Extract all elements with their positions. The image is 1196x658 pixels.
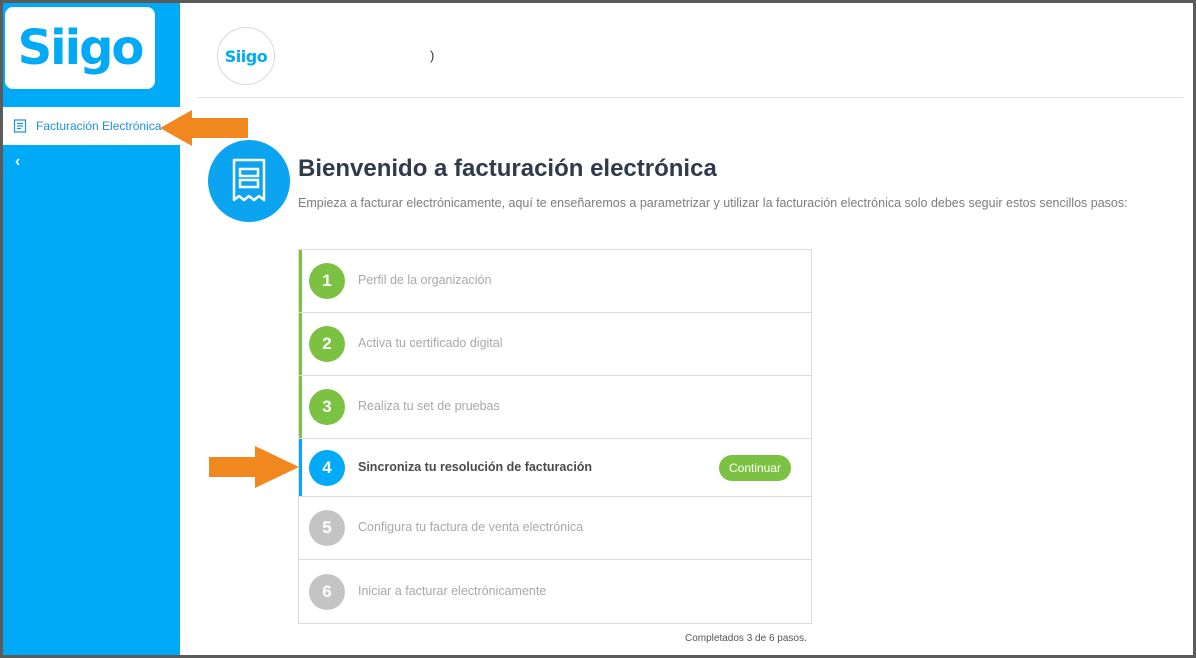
step-label: Activa tu certificado digital	[358, 336, 503, 350]
step-label: Sincroniza tu resolución de facturación	[358, 459, 593, 474]
step-item[interactable]: 2 Activa tu certificado digital	[299, 313, 811, 376]
step-number-badge: 3	[309, 389, 345, 425]
step-item-current[interactable]: 4 Sincroniza tu resolución de facturació…	[299, 439, 811, 497]
step-status-bar	[299, 497, 302, 559]
step-status-bar	[299, 313, 302, 375]
continue-button[interactable]: Continuar	[719, 454, 791, 481]
step-item[interactable]: 3 Realiza tu set de pruebas	[299, 376, 811, 439]
step-label: Perfil de la organización	[358, 273, 492, 287]
step-status-bar	[299, 376, 302, 438]
step-number-badge: 5	[309, 510, 345, 546]
hero-receipt-icon	[208, 140, 290, 222]
step-status-bar	[299, 560, 302, 623]
step-label: Configura tu factura de venta electrónic…	[358, 520, 584, 534]
header-user-text: )	[430, 48, 435, 63]
step-number-badge: 6	[309, 573, 345, 610]
step-item[interactable]: 1 Perfil de la organización	[299, 250, 811, 313]
step-status-bar	[299, 439, 302, 496]
arrow-pointer-icon	[209, 446, 299, 488]
page-title: Bienvenido a facturación electrónica	[298, 155, 717, 182]
step-number-badge: 4	[309, 449, 345, 486]
sidebar: Siigo Facturación Electrónica ‹	[3, 3, 180, 655]
avatar[interactable]: Siigo	[217, 27, 275, 85]
chevron-left-icon[interactable]: ‹	[15, 153, 20, 171]
arrow-pointer-icon	[160, 110, 248, 146]
top-header: Siigo )	[197, 3, 1183, 98]
progress-text: Completados 3 de 6 pasos.	[685, 633, 807, 644]
step-number-badge: 2	[309, 326, 345, 362]
avatar-logo-text: Siigo	[224, 46, 268, 66]
steps-list: 1 Perfil de la organización 2 Activa tu …	[298, 249, 812, 624]
sidebar-item-facturacion-electronica[interactable]: Facturación Electrónica	[3, 107, 180, 145]
receipt-icon	[232, 158, 266, 202]
logo-text: Siigo	[17, 20, 145, 76]
page-subtitle: Empieza a facturar electrónicamente, aqu…	[298, 196, 1128, 210]
step-label: Iniciar a facturar electrónicamente	[358, 583, 547, 598]
step-label: Realiza tu set de pruebas	[358, 399, 500, 413]
step-status-bar	[299, 250, 302, 312]
step-item[interactable]: 6 Iniciar a facturar electrónicamente	[299, 560, 811, 623]
step-number-badge: 1	[309, 263, 345, 299]
siigo-logo[interactable]: Siigo	[5, 7, 155, 89]
step-item[interactable]: 5 Configura tu factura de venta electrón…	[299, 497, 811, 560]
receipt-icon	[13, 119, 27, 133]
sidebar-item-label: Facturación Electrónica	[36, 119, 162, 133]
